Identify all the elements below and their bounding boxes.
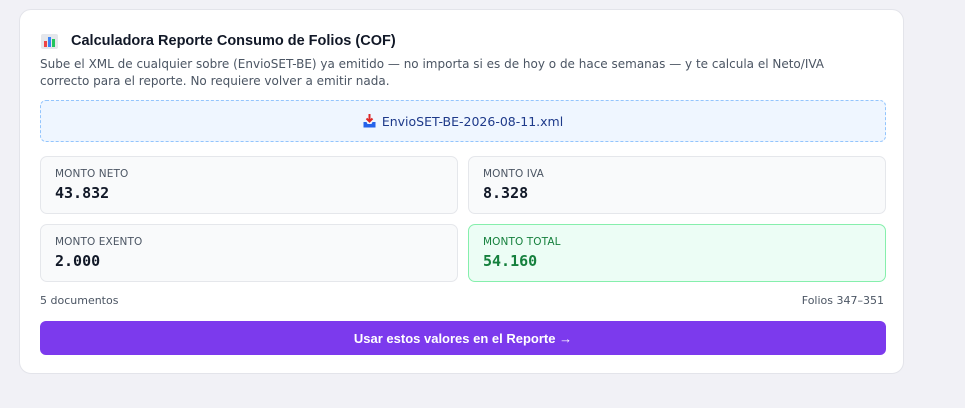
monto-exento-value: 2.000: [55, 252, 101, 270]
document-count: 5 documentos: [40, 294, 119, 307]
monto-iva-value: 8.328: [483, 184, 529, 202]
monto-total-box: MONTO TOTAL 54.160: [468, 224, 886, 282]
cof-calculator-card: Calculadora Reporte Consumo de Folios (C…: [19, 9, 904, 374]
card-header: Calculadora Reporte Consumo de Folios (C…: [41, 33, 396, 49]
inbox-tray-icon: [363, 114, 376, 128]
monto-neto-label: MONTO NETO: [55, 168, 129, 180]
monto-iva-label: MONTO IVA: [483, 168, 544, 180]
monto-total-label: MONTO TOTAL: [483, 236, 561, 248]
use-values-in-report-button[interactable]: Usar estos valores en el Reporte →: [40, 321, 886, 355]
uploaded-file-name: EnvioSET-BE-2026-08-11.xml: [381, 113, 564, 129]
monto-neto-value: 43.832: [55, 184, 110, 202]
monto-exento-label: MONTO EXENTO: [55, 236, 143, 248]
page-description: Sube el XML de cualquier sobre (EnvioSET…: [40, 57, 825, 88]
monto-total-value: 54.160: [483, 252, 538, 270]
xml-upload-dropzone[interactable]: EnvioSET-BE-2026-08-11.xml: [40, 100, 886, 142]
page-title: Calculadora Reporte Consumo de Folios (C…: [71, 33, 396, 49]
bar-chart-icon: [41, 33, 58, 49]
monto-exento-box: MONTO EXENTO 2.000: [40, 224, 458, 282]
folio-range: Folios 347–351: [801, 294, 884, 307]
monto-neto-box: MONTO NETO 43.832: [40, 156, 458, 214]
monto-iva-box: MONTO IVA 8.328: [468, 156, 886, 214]
